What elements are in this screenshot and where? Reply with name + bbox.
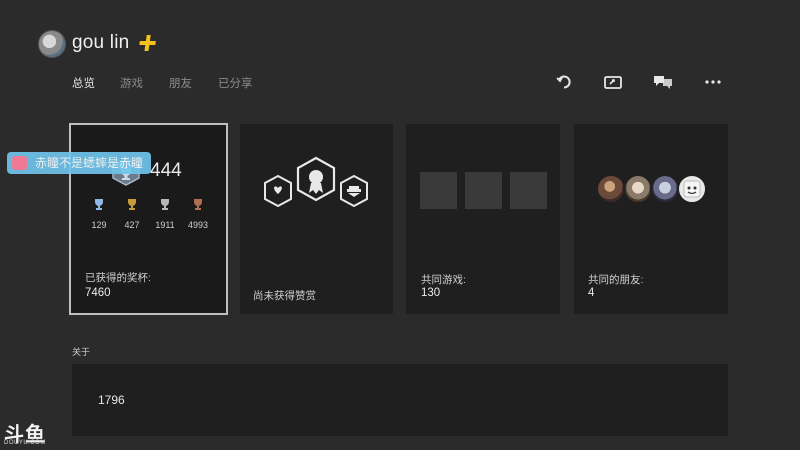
trophy-gold: 427 [119,198,145,230]
shared-game-thumbnail [420,172,457,209]
messages-icon[interactable] [652,72,674,92]
trophy-platinum-icon [95,199,103,210]
tab-overview[interactable]: 总览 [72,75,95,91]
rewards-label: 尚未获得赞赏 [253,290,316,302]
live-badge-icon [12,156,27,170]
friend-avatar [650,174,680,204]
friend-avatar-default-face-icon [677,174,707,204]
profile-avatar[interactable] [38,30,66,58]
playstation-plus-icon [137,33,157,53]
trophy-silver: 1911 [152,198,178,230]
trophy-silver-count: 1911 [155,220,175,230]
douyu-watermark-url: DOUYU.COM [4,440,46,446]
rewards-icon [258,155,374,222]
trophies-total: 7460 [85,287,111,299]
trophy-gold-icon [128,199,136,210]
trophy-platinum-count: 129 [91,220,107,230]
shared-game-thumbnail [510,172,547,209]
about-label: 关于 [72,347,91,357]
tab-games[interactable]: 游戏 [120,75,143,91]
tab-shared[interactable]: 已分享 [218,75,253,91]
trophy-bronze-count: 4993 [187,220,209,230]
shared-games-label: 共同游戏: [421,274,466,286]
trophy-gold-count: 427 [124,220,140,230]
about-text: 1796 [98,393,125,407]
trophy-level: 444 [150,160,182,181]
share-screen-icon[interactable] [602,72,624,92]
trophies-label: 已获得的奖杯: [85,272,151,284]
trophy-silver-icon [161,199,169,210]
refresh-icon[interactable] [553,72,575,92]
shared-friends-label: 共同的朋友: [588,274,644,286]
about-panel[interactable] [72,364,728,436]
more-icon[interactable] [702,72,724,92]
shared-game-thumbnail [465,172,502,209]
trophy-platinum: 129 [86,198,112,230]
shared-games-count: 130 [421,287,441,299]
shared-friends-count: 4 [588,287,595,299]
tab-friends[interactable]: 朋友 [169,75,192,91]
trophy-bronze-icon [194,199,202,210]
friend-avatar [623,174,653,204]
friend-avatar [596,174,626,204]
trophy-bronze: 4993 [185,198,211,230]
profile-username: gou lin [72,32,130,53]
stream-username-badge: 赤瞳不是蟋蟀是赤瞳 [7,152,152,174]
